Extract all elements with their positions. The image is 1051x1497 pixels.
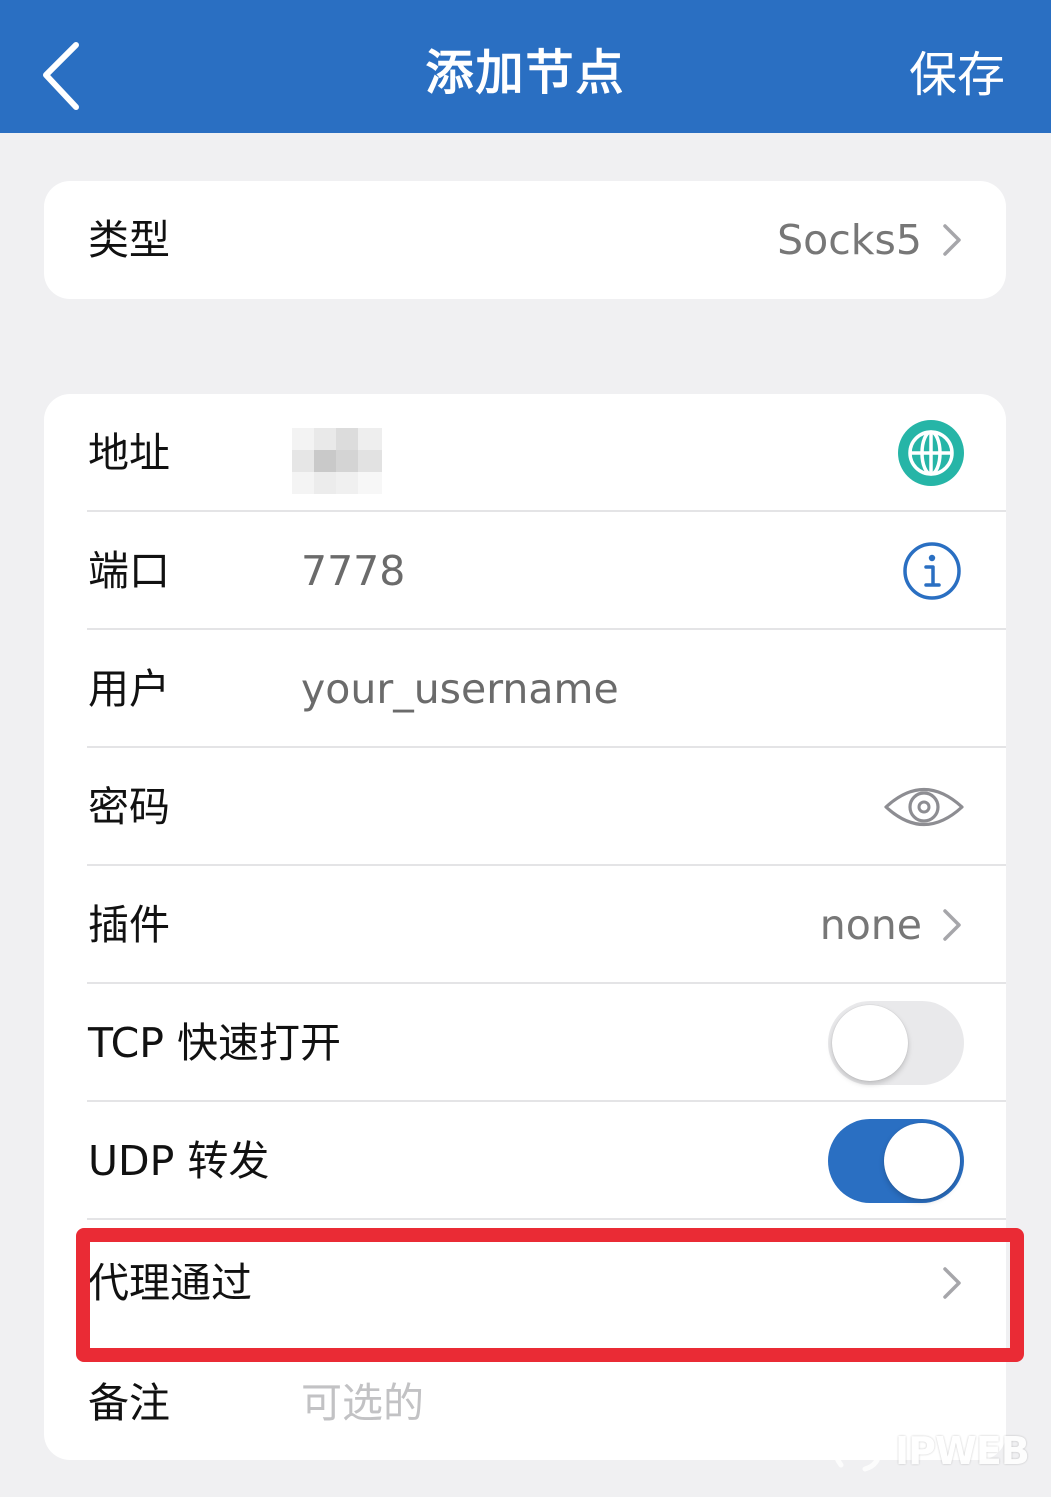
proxy-via-label: 代理通过 — [88, 1259, 252, 1307]
address-row: 地址 — [44, 394, 1006, 512]
globe-button[interactable] — [898, 420, 964, 486]
toggle-knob — [832, 1005, 908, 1081]
type-row[interactable]: 类型 Socks5 — [44, 181, 1006, 299]
udp-relay-toggle[interactable] — [828, 1119, 964, 1203]
navigation-bar: 添加节点 保存 — [0, 0, 1051, 133]
settings-card: 地址 端口 7778 用户 your_username 密码 插件 none T… — [44, 394, 1006, 1460]
globe-icon — [898, 420, 964, 486]
plugin-row[interactable]: 插件 none — [44, 866, 1006, 984]
port-row: 端口 7778 — [44, 512, 1006, 630]
redacted-address-icon — [292, 428, 382, 494]
remark-field[interactable]: 可选的 — [301, 1344, 424, 1460]
toggle-knob — [884, 1123, 960, 1199]
port-info-button[interactable] — [902, 541, 962, 601]
udp-relay-row: UDP 转发 — [44, 1102, 1006, 1220]
tcp-fast-open-toggle[interactable] — [828, 1001, 964, 1085]
udp-relay-label: UDP 转发 — [88, 1137, 270, 1185]
remark-label: 备注 — [88, 1379, 170, 1427]
port-label: 端口 — [88, 547, 170, 595]
plugin-label: 插件 — [88, 901, 170, 949]
watermark: IPWEB — [827, 1415, 1037, 1481]
user-field[interactable]: your_username — [301, 630, 619, 748]
type-value: Socks5 — [777, 216, 922, 264]
password-field[interactable] — [301, 748, 861, 866]
address-label: 地址 — [88, 429, 170, 477]
eye-icon — [884, 787, 964, 827]
chevron-right-icon — [943, 1267, 961, 1299]
type-card: 类型 Socks5 — [44, 181, 1006, 299]
chevron-right-icon — [943, 909, 961, 941]
save-button[interactable]: 保存 — [909, 42, 1005, 108]
address-field[interactable] — [292, 428, 382, 494]
plugin-value: none — [819, 901, 922, 949]
user-row: 用户 your_username — [44, 630, 1006, 748]
type-label: 类型 — [88, 216, 170, 264]
show-password-button[interactable] — [882, 780, 966, 834]
user-label: 用户 — [88, 665, 170, 713]
password-row: 密码 — [44, 748, 1006, 866]
chevron-right-icon — [943, 224, 961, 256]
password-label: 密码 — [88, 783, 170, 831]
add-node-screen: { "header": { "title": "添加节点", "save_lab… — [0, 0, 1051, 1497]
tcp-fast-open-row: TCP 快速打开 — [44, 984, 1006, 1102]
watermark-logo-icon — [833, 1421, 882, 1472]
tcp-fast-open-label: TCP 快速打开 — [88, 1019, 342, 1067]
watermark-text: IPWEB — [895, 1429, 1030, 1473]
info-icon — [903, 542, 961, 600]
row-divider — [87, 1218, 1006, 1220]
page-title: 添加节点 — [425, 45, 626, 101]
port-field[interactable]: 7778 — [301, 512, 405, 630]
proxy-via-row[interactable]: 代理通过 — [44, 1224, 1006, 1342]
